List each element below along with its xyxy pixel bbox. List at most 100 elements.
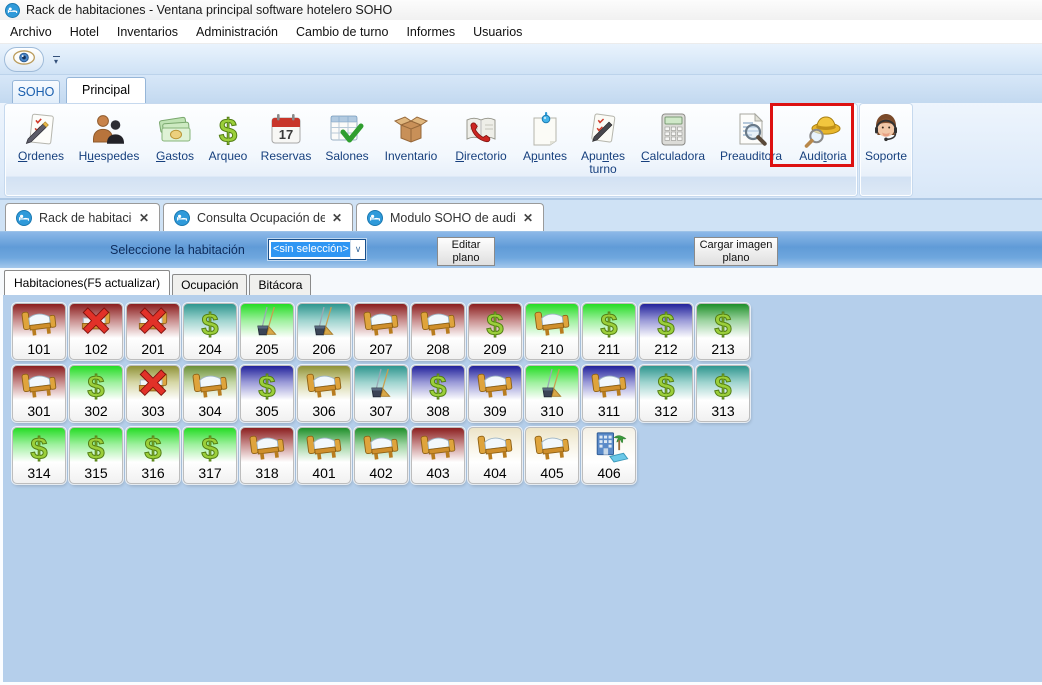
room-button-317[interactable]: $317 bbox=[183, 427, 237, 484]
room-number: 207 bbox=[369, 342, 392, 356]
menu-item-hotel[interactable]: Hotel bbox=[61, 21, 108, 43]
document-tab-consulta-ocupacion-del-hotel[interactable]: Consulta Ocupación del hotel✕ bbox=[163, 203, 353, 231]
room-button-315[interactable]: $315 bbox=[69, 427, 123, 484]
ribbon-item-huespedes[interactable]: Huespedes bbox=[70, 105, 148, 195]
broom-icon bbox=[532, 368, 572, 401]
svg-text:17: 17 bbox=[279, 127, 293, 142]
bed-icon bbox=[304, 430, 344, 463]
close-icon[interactable]: ✕ bbox=[139, 211, 149, 225]
room-button-314[interactable]: $314 bbox=[12, 427, 66, 484]
svg-text:$: $ bbox=[657, 306, 674, 339]
room-select-dropdown[interactable]: <sin selección> ∨ bbox=[268, 239, 366, 260]
ribbon-item-reservas[interactable]: 17Reservas bbox=[254, 105, 318, 195]
room-button-101[interactable]: 101 bbox=[12, 303, 66, 360]
ribbon-item-arqueo[interactable]: $Arqueo bbox=[202, 105, 254, 195]
hat-magnifier-icon bbox=[804, 111, 842, 149]
room-number: 306 bbox=[312, 404, 335, 418]
bed-icon bbox=[418, 306, 458, 339]
menu-item-usuarios[interactable]: Usuarios bbox=[464, 21, 531, 43]
phone-book-icon bbox=[462, 111, 500, 149]
room-button-313[interactable]: $313 bbox=[696, 365, 750, 422]
ribbon-group-support: Soporte bbox=[860, 104, 912, 196]
room-button-302[interactable]: $302 bbox=[69, 365, 123, 422]
ribbon-item-apuntes-turno[interactable]: Apuntes turno bbox=[574, 105, 632, 195]
room-button-318[interactable]: 318 bbox=[240, 427, 294, 484]
menu-item-inventarios[interactable]: Inventarios bbox=[108, 21, 187, 43]
room-button-211[interactable]: $211 bbox=[582, 303, 636, 360]
close-icon[interactable]: ✕ bbox=[332, 211, 342, 225]
room-button-201[interactable]: 201 bbox=[126, 303, 180, 360]
room-button-209[interactable]: $209 bbox=[468, 303, 522, 360]
ribbon-item-preauditora[interactable]: Preauditora bbox=[714, 105, 788, 195]
document-tab-modulo-soho-de-auditoria[interactable]: Modulo SOHO de auditoria✕ bbox=[356, 203, 544, 231]
room-button-312[interactable]: $312 bbox=[639, 365, 693, 422]
room-button-305[interactable]: $305 bbox=[240, 365, 294, 422]
qat-customize-arrow-icon[interactable]: ▾ bbox=[49, 50, 63, 70]
document-tab-strip: Rack de habitaciones✕Consulta Ocupación … bbox=[0, 200, 1042, 231]
room-button-102[interactable]: 102 bbox=[69, 303, 123, 360]
ribbon-tab-principal[interactable]: Principal bbox=[66, 77, 146, 103]
ribbon-item-soporte[interactable]: Soporte bbox=[861, 105, 911, 195]
menu-item-informes[interactable]: Informes bbox=[397, 21, 464, 43]
menu-item-archivo[interactable]: Archivo bbox=[1, 21, 61, 43]
room-button-309[interactable]: 309 bbox=[468, 365, 522, 422]
ribbon-item-salones[interactable]: Salones bbox=[318, 105, 376, 195]
svg-text:$: $ bbox=[600, 306, 617, 339]
room-button-316[interactable]: $316 bbox=[126, 427, 180, 484]
ribbon-item-ordenes[interactable]: Ordenes bbox=[12, 105, 70, 195]
room-button-405[interactable]: 405 bbox=[525, 427, 579, 484]
room-number: 314 bbox=[27, 466, 50, 480]
room-button-401[interactable]: 401 bbox=[297, 427, 351, 484]
ribbon-item-auditoria[interactable]: Auditoria bbox=[788, 105, 858, 195]
ribbon-item-calculadora[interactable]: Calculadora bbox=[632, 105, 714, 195]
dropdown-chevron-icon[interactable]: ∨ bbox=[350, 240, 365, 259]
room-button-406[interactable]: 406 bbox=[582, 427, 636, 484]
document-tab-rack-de-habitaciones[interactable]: Rack de habitaciones✕ bbox=[5, 203, 160, 231]
room-number: 315 bbox=[84, 466, 107, 480]
room-button-207[interactable]: 207 bbox=[354, 303, 408, 360]
room-button-306[interactable]: 306 bbox=[297, 365, 351, 422]
document-tab-icon bbox=[367, 210, 383, 226]
room-button-206[interactable]: 206 bbox=[297, 303, 351, 360]
svg-text:$: $ bbox=[714, 368, 731, 401]
dollar-icon: $ bbox=[247, 368, 287, 401]
close-icon[interactable]: ✕ bbox=[523, 211, 533, 225]
room-button-204[interactable]: $204 bbox=[183, 303, 237, 360]
room-number: 402 bbox=[369, 466, 392, 480]
room-button-210[interactable]: 210 bbox=[525, 303, 579, 360]
ribbon-tab-soho[interactable]: SOHO bbox=[12, 80, 60, 103]
view-tab-ocupacion[interactable]: Ocupación bbox=[172, 274, 247, 295]
room-button-213[interactable]: $213 bbox=[696, 303, 750, 360]
room-button-208[interactable]: 208 bbox=[411, 303, 465, 360]
ribbon-item-inventario[interactable]: Inventario bbox=[376, 105, 446, 195]
room-button-205[interactable]: 205 bbox=[240, 303, 294, 360]
room-button-310[interactable]: 310 bbox=[525, 365, 579, 422]
room-number: 210 bbox=[540, 342, 563, 356]
room-button-311[interactable]: 311 bbox=[582, 365, 636, 422]
room-number: 405 bbox=[540, 466, 563, 480]
room-button-307[interactable]: 307 bbox=[354, 365, 408, 422]
load-plan-image-button[interactable]: Cargar imagen plano bbox=[694, 237, 778, 266]
ribbon-item-label: Soporte bbox=[865, 150, 907, 163]
ribbon-item-directorio[interactable]: Directorio bbox=[446, 105, 516, 195]
menu-item-cambio-de-turno[interactable]: Cambio de turno bbox=[287, 21, 397, 43]
title-bar: Rack de habitaciones - Ventana principal… bbox=[0, 0, 1042, 20]
room-button-308[interactable]: $308 bbox=[411, 365, 465, 422]
room-button-301[interactable]: 301 bbox=[12, 365, 66, 422]
room-number: 309 bbox=[483, 404, 506, 418]
edit-plan-button[interactable]: Editar plano bbox=[437, 237, 495, 266]
room-button-303[interactable]: 303 bbox=[126, 365, 180, 422]
room-row: 301$302303304$305 306 307$308 309 310311$312… bbox=[12, 365, 1042, 422]
eye-button[interactable] bbox=[4, 47, 44, 72]
room-button-404[interactable]: 404 bbox=[468, 427, 522, 484]
view-tab-habitaciones-f5-actualizar[interactable]: Habitaciones(F5 actualizar) bbox=[4, 270, 170, 295]
menu-item-administracion[interactable]: Administración bbox=[187, 21, 287, 43]
room-button-403[interactable]: 403 bbox=[411, 427, 465, 484]
ribbon-body: OrdenesHuespedesGastos$Arqueo17ReservasS… bbox=[0, 103, 1042, 200]
ribbon-item-apuntes[interactable]: Apuntes bbox=[516, 105, 574, 195]
view-tab-bitacora[interactable]: Bitácora bbox=[249, 274, 311, 295]
ribbon-item-gastos[interactable]: Gastos bbox=[148, 105, 202, 195]
room-button-304[interactable]: 304 bbox=[183, 365, 237, 422]
room-button-212[interactable]: $212 bbox=[639, 303, 693, 360]
room-button-402[interactable]: 402 bbox=[354, 427, 408, 484]
